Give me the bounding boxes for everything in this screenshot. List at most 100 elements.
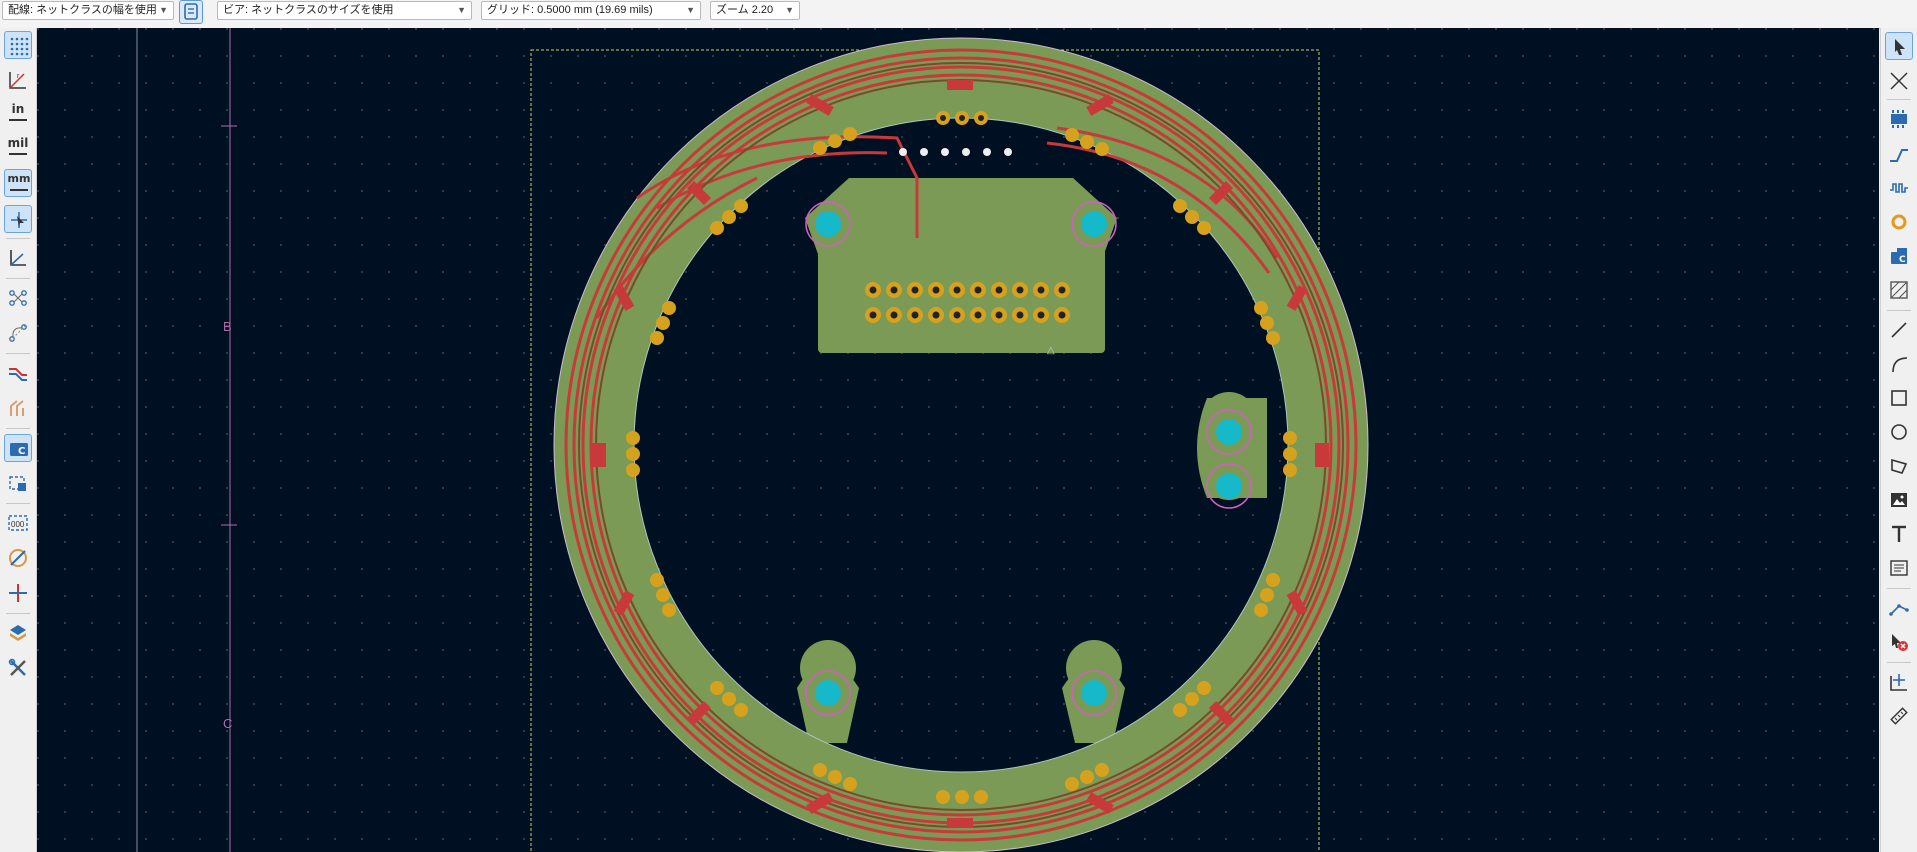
ratsnest-button[interactable]	[4, 284, 32, 312]
add-dimension-button[interactable]	[1885, 594, 1913, 622]
grid-toggle-button[interactable]	[4, 31, 32, 59]
route-track-button[interactable]	[1885, 140, 1913, 168]
selection-filter-icon	[9, 476, 26, 491]
curved-ratsnest-button[interactable]	[4, 319, 32, 347]
layer-pairs-button[interactable]: 000	[4, 509, 32, 537]
add-footprint-button[interactable]	[1885, 105, 1913, 133]
svg-text:C: C	[18, 446, 25, 457]
chevron-down-icon: ▼	[159, 5, 168, 15]
track-width-icon	[184, 3, 198, 20]
units-underline	[10, 189, 28, 191]
draw-rectangle-button[interactable]	[1885, 384, 1913, 412]
toolbar-separator	[6, 503, 30, 504]
polar-coords-button[interactable]: r	[4, 66, 32, 94]
polar-coords-icon: r	[9, 72, 26, 89]
selection-filter-button[interactable]	[4, 469, 32, 497]
track-width-select[interactable]: 配線: ネットクラスの幅を使用 ▼	[2, 1, 174, 20]
units-inches-button[interactable]: in	[4, 100, 32, 128]
svg-text:000: 000	[11, 520, 25, 529]
pcb-canvas[interactable]: B C	[37, 28, 1879, 852]
chevron-down-icon: ▼	[686, 5, 695, 15]
draw-arc-icon	[1892, 357, 1908, 373]
net-highlight-button[interactable]	[4, 579, 32, 607]
cursor-shape-icon	[11, 212, 27, 228]
local-ratsnest-icon	[1890, 72, 1908, 90]
add-dimension-icon	[1889, 604, 1909, 616]
add-zone-button[interactable]: C	[1885, 242, 1913, 270]
add-via-icon	[1891, 214, 1907, 230]
layers-manager-button[interactable]	[4, 619, 32, 647]
track-display-button[interactable]	[4, 359, 32, 387]
via-modes-icon	[10, 400, 24, 416]
rule-area-icon	[1890, 281, 1908, 299]
tune-length-icon	[1890, 183, 1908, 193]
track-modes-icon	[9, 368, 27, 381]
draw-polygon-button[interactable]	[1885, 452, 1913, 480]
toolbar-separator	[1887, 99, 1911, 100]
add-via-button[interactable]	[1885, 208, 1913, 236]
zoom-value: ズーム 2.20	[716, 4, 774, 16]
footprint-icon: C	[10, 443, 28, 457]
delete-tool-button[interactable]	[1885, 628, 1913, 656]
toolbar-separator	[6, 353, 30, 354]
grid-value: グリッド: 0.5000 mm (19.69 mils)	[487, 4, 653, 16]
draw-arc-button[interactable]	[1885, 350, 1913, 378]
set-origin-icon	[1890, 674, 1907, 691]
add-textbox-button[interactable]	[1885, 554, 1913, 582]
units-mm-button[interactable]: mm	[4, 169, 32, 197]
toolbar-separator	[6, 428, 30, 429]
draw-circle-button[interactable]	[1885, 418, 1913, 446]
units-mils-button[interactable]: mil	[4, 134, 32, 162]
draw-rectangle-icon	[1891, 390, 1907, 406]
draw-circle-icon	[1891, 424, 1907, 440]
curved-ratsnest-icon	[9, 324, 27, 342]
layers-icon	[10, 625, 26, 641]
zone-icon	[9, 549, 27, 567]
millimeters-icon: mm	[7, 172, 31, 185]
axis-button[interactable]	[4, 244, 32, 272]
add-footprint-icon	[1891, 110, 1907, 128]
toolbar-separator	[1887, 588, 1911, 589]
add-image-button[interactable]	[1885, 486, 1913, 514]
toolbar-separator	[1887, 310, 1911, 311]
measure-button[interactable]	[1885, 702, 1913, 730]
settings-button[interactable]	[4, 654, 32, 682]
zone-display-button[interactable]	[4, 544, 32, 572]
draw-line-button[interactable]	[1885, 316, 1913, 344]
pcb-view[interactable]: B C	[37, 28, 1879, 852]
route-track-icon	[1890, 149, 1908, 162]
add-text-button[interactable]	[1885, 520, 1913, 548]
board-substrate	[37, 28, 1879, 852]
svg-text:C: C	[1899, 255, 1906, 265]
custom-track-width-toggle[interactable]	[179, 0, 203, 24]
settings-icon	[8, 658, 26, 676]
add-textbox-icon	[1890, 560, 1908, 576]
draw-line-icon	[1891, 322, 1907, 338]
right-toolbar: C	[1880, 28, 1917, 852]
chevron-down-icon: ▼	[785, 5, 794, 15]
grid-select[interactable]: グリッド: 0.5000 mm (19.69 mils) ▼	[481, 1, 701, 20]
local-ratsnest-button[interactable]	[1885, 67, 1913, 95]
cursor-shape-button[interactable]	[4, 205, 32, 233]
measure-icon	[1890, 707, 1908, 725]
grid-icon	[10, 37, 29, 56]
toolbar-separator	[6, 278, 30, 279]
draw-polygon-icon	[1891, 458, 1908, 474]
add-text-icon	[1892, 525, 1906, 542]
units-underline	[9, 153, 27, 155]
track-width-value: 配線: ネットクラスの幅を使用	[8, 4, 157, 16]
units-underline	[9, 119, 27, 121]
chevron-down-icon: ▼	[457, 5, 466, 15]
via-display-button[interactable]	[4, 394, 32, 422]
tune-length-button[interactable]	[1885, 174, 1913, 202]
origin-marker-icon: △	[1047, 345, 1055, 356]
via-size-select[interactable]: ビア: ネットクラスのサイズを使用 ▼	[217, 1, 472, 20]
set-origin-button[interactable]	[1885, 668, 1913, 696]
rule-area-button[interactable]	[1885, 276, 1913, 304]
footprint-display-button[interactable]: C	[4, 434, 32, 462]
select-arrow-icon	[1895, 39, 1905, 55]
zoom-select[interactable]: ズーム 2.20 ▼	[710, 1, 800, 20]
net-highlight-icon	[9, 584, 27, 602]
add-image-icon	[1891, 493, 1907, 507]
select-tool-button[interactable]	[1885, 32, 1913, 60]
